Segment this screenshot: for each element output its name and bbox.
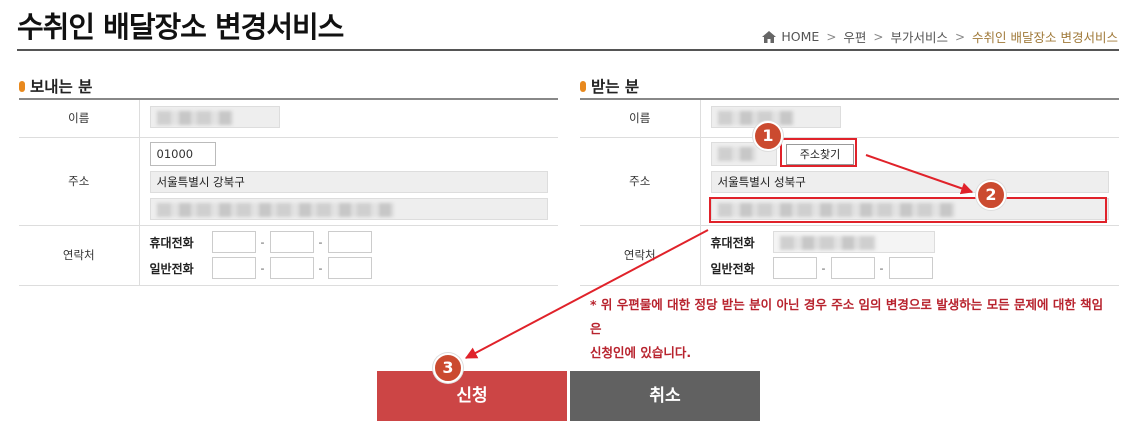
sender-name-field[interactable] [149,105,280,128]
sender-form: 이름 주소 01000 서울특별시 강북구 연락처 휴대전화 - - 일반전화 [19,98,558,286]
breadcrumb-separator: > [826,29,837,44]
breadcrumb-separator: > [873,29,884,44]
breadcrumb-current: 수취인 배달장소 변경서비스 [972,30,1118,45]
sender-mobile-part3[interactable] [327,231,372,253]
receiver-name-label: 이름 [580,99,701,138]
receiver-landline-part1[interactable] [772,257,817,279]
bullet-icon [580,80,586,92]
receiver-address-label: 주소 [580,137,701,226]
dash: - [260,235,265,249]
title-divider [17,49,1119,51]
sender-landline-part1[interactable] [211,257,256,279]
receiver-mobile-row: 휴대전화 [711,231,1120,253]
receiver-address1-field[interactable]: 서울특별시 성북구 [710,171,1109,193]
receiver-landline-part3[interactable] [888,257,933,279]
notice-line-1: * 위 우편물에 대한 정당 받는 분이 아닌 경우 주소 임의 변경으로 발생… [590,297,1104,336]
receiver-contact-label: 연락처 [580,225,701,286]
receiver-form: 이름 주소 서울특별시 성북구 연락처 휴대전화 일반전화 - - [580,98,1119,286]
sender-zipcode-field[interactable]: 01000 [149,142,216,166]
sender-section-title: 보내는 분 [19,75,92,97]
dash: - [318,261,323,275]
receiver-landline-label: 일반전화 [710,261,755,276]
notice-line-2: 신청인에 있습니다. [590,345,692,360]
find-address-button[interactable]: 주소찾기 [786,144,854,165]
sender-mobile-label: 휴대전화 [149,235,194,250]
home-icon [762,30,777,43]
breadcrumb-separator: > [954,29,966,44]
sender-section-label: 보내는 분 [30,78,93,96]
receiver-section-label: 받는 분 [591,78,640,96]
step-marker-2: 2 [976,180,1006,210]
sender-address1-field[interactable]: 서울특별시 강북구 [149,171,548,193]
address-detail-highlight [709,197,1107,223]
sender-contact-label: 연락처 [19,225,140,286]
breadcrumb-item-post[interactable]: 우편 [843,27,866,46]
sender-landline-row: 일반전화 - - [150,257,559,279]
dash: - [879,261,884,275]
dash: - [821,261,826,275]
sender-mobile-part1[interactable] [211,231,256,253]
sender-mobile-part2[interactable] [269,231,314,253]
sender-name-label: 이름 [19,99,140,138]
apply-button[interactable]: 신청 [377,371,567,421]
sender-landline-part3[interactable] [327,257,372,279]
notice-text: * 위 우편물에 대한 정당 받는 분이 아닌 경우 주소 임의 변경으로 발생… [590,293,1110,365]
cancel-button[interactable]: 취소 [570,371,760,421]
breadcrumb-home[interactable]: HOME [781,29,819,44]
step-marker-1: 1 [753,121,783,151]
step-marker-3: 3 [433,353,463,383]
receiver-landline-part2[interactable] [830,257,875,279]
sender-landline-part2[interactable] [269,257,314,279]
dash: - [318,235,323,249]
receiver-mobile-field[interactable] [772,231,935,253]
receiver-landline-row: 일반전화 - - [711,257,1120,279]
sender-mobile-row: 휴대전화 - - [150,231,559,253]
sender-address2-field[interactable] [149,198,548,220]
dash: - [260,261,265,275]
sender-landline-label: 일반전화 [149,261,194,276]
receiver-mobile-label: 휴대전화 [710,235,755,250]
bullet-icon [19,80,25,92]
page-title: 수취인 배달장소 변경서비스 [17,10,344,44]
receiver-section-title: 받는 분 [580,75,639,97]
breadcrumb: HOME > 우편 > 부가서비스 > 수취인 배달장소 변경서비스 [762,27,1118,46]
breadcrumb-item-extra-services[interactable]: 부가서비스 [890,27,948,46]
sender-address-label: 주소 [19,137,140,226]
